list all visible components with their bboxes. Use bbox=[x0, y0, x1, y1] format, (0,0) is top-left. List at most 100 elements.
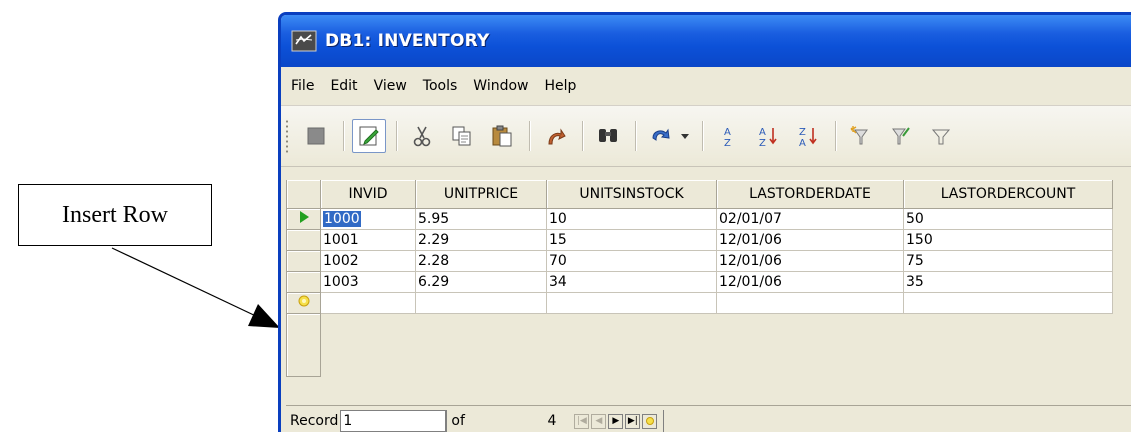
previous-record-button[interactable]: ◀ bbox=[591, 413, 607, 429]
table-cell[interactable]: 15 bbox=[546, 229, 717, 251]
table-cell[interactable]: 34 bbox=[546, 271, 717, 293]
new-row-header[interactable] bbox=[286, 292, 321, 314]
column-header[interactable]: LASTORDERCOUNT bbox=[903, 180, 1113, 209]
svg-text:A: A bbox=[759, 127, 766, 138]
table-cell[interactable]: 150 bbox=[903, 229, 1113, 251]
table-cell[interactable]: 50 bbox=[903, 208, 1113, 230]
menu-file[interactable]: File bbox=[289, 76, 316, 96]
table-cell[interactable]: 2.28 bbox=[415, 250, 547, 272]
redo-button[interactable] bbox=[644, 119, 678, 153]
table-cell[interactable]: 70 bbox=[546, 250, 717, 272]
next-record-button[interactable]: ▶ bbox=[608, 413, 624, 429]
sort-ascending-icon: A Z bbox=[759, 127, 777, 148]
table-cell[interactable]: 12/01/06 bbox=[716, 250, 904, 272]
menu-window[interactable]: Window bbox=[471, 76, 530, 96]
table-cell[interactable] bbox=[320, 292, 416, 314]
sort-descending-button[interactable]: Z A bbox=[791, 119, 825, 153]
save-record-icon bbox=[307, 127, 325, 145]
corner-cell[interactable] bbox=[286, 180, 321, 209]
toolbar-separator bbox=[529, 121, 530, 151]
table-cell[interactable]: 12/01/06 bbox=[716, 271, 904, 293]
cut-icon bbox=[413, 126, 431, 147]
table-cell[interactable] bbox=[716, 292, 904, 314]
menu-help[interactable]: Help bbox=[543, 76, 579, 96]
row-header[interactable] bbox=[286, 271, 321, 293]
table-row[interactable]: 1000 5.95 10 02/01/07 50 bbox=[286, 208, 1113, 230]
sort-descending-icon: Z A bbox=[799, 127, 817, 148]
toolbar-grip[interactable] bbox=[285, 119, 289, 153]
first-record-button[interactable]: |◀ bbox=[574, 413, 590, 429]
empty-area bbox=[286, 313, 1113, 377]
table-cell[interactable]: 1001 bbox=[320, 229, 416, 251]
copy-button[interactable] bbox=[445, 119, 479, 153]
table-cell[interactable]: 02/01/07 bbox=[716, 208, 904, 230]
record-label: Record bbox=[290, 413, 339, 429]
table-cell[interactable]: 1000 bbox=[320, 208, 416, 230]
data-table: INVID UNITPRICE UNITSINSTOCK LASTORDERDA… bbox=[286, 180, 1113, 377]
copy-icon bbox=[452, 126, 471, 146]
header-row: INVID UNITPRICE UNITSINSTOCK LASTORDERDA… bbox=[286, 180, 1113, 209]
find-button[interactable] bbox=[591, 119, 625, 153]
table-cell[interactable]: 6.29 bbox=[415, 271, 547, 293]
table-row[interactable]: 1003 6.29 34 12/01/06 35 bbox=[286, 271, 1113, 293]
cut-button[interactable] bbox=[405, 119, 439, 153]
svg-text:A: A bbox=[724, 127, 731, 138]
table-cell[interactable]: 12/01/06 bbox=[716, 229, 904, 251]
record-number-field[interactable]: 1 bbox=[340, 410, 447, 432]
last-record-icon: ▶| bbox=[627, 416, 638, 426]
data-grid: INVID UNITPRICE UNITSINSTOCK LASTORDERDA… bbox=[286, 180, 1131, 405]
table-cell[interactable]: 10 bbox=[546, 208, 717, 230]
last-record-button[interactable]: ▶| bbox=[625, 413, 641, 429]
menu-edit[interactable]: Edit bbox=[328, 76, 359, 96]
sort-ascending-button[interactable]: A Z bbox=[751, 119, 785, 153]
standard-filter-button[interactable] bbox=[884, 119, 918, 153]
table-row[interactable]: 1001 2.29 15 12/01/06 150 bbox=[286, 229, 1113, 251]
svg-text:A: A bbox=[799, 138, 806, 148]
svg-text:Z: Z bbox=[759, 138, 766, 148]
table-cell[interactable] bbox=[903, 292, 1113, 314]
edit-data-button[interactable] bbox=[352, 119, 386, 153]
filter-button[interactable] bbox=[924, 119, 958, 153]
menu-tools[interactable]: Tools bbox=[421, 76, 460, 96]
of-label: of bbox=[451, 413, 465, 429]
autofilter-button[interactable] bbox=[844, 119, 878, 153]
column-header[interactable]: INVID bbox=[320, 180, 416, 209]
row-header[interactable] bbox=[286, 250, 321, 272]
toolbar-separator bbox=[635, 121, 636, 151]
record-total: 4 bbox=[547, 413, 557, 429]
edit-data-icon bbox=[359, 126, 379, 146]
toolbar-separator bbox=[702, 121, 703, 151]
table-cell[interactable]: 1003 bbox=[320, 271, 416, 293]
svg-text:Z: Z bbox=[724, 138, 731, 148]
row-header[interactable] bbox=[286, 208, 321, 230]
redo-dropdown-button[interactable] bbox=[678, 119, 692, 153]
table-cell[interactable]: 5.95 bbox=[415, 208, 547, 230]
selected-cell-text[interactable]: 1000 bbox=[323, 211, 361, 227]
column-header[interactable]: LASTORDERDATE bbox=[716, 180, 904, 209]
table-cell[interactable] bbox=[415, 292, 547, 314]
row-header[interactable] bbox=[286, 229, 321, 251]
table-cell[interactable]: 75 bbox=[903, 250, 1113, 272]
standard-filter-icon bbox=[892, 127, 910, 145]
table-cell[interactable] bbox=[546, 292, 717, 314]
table-cell[interactable]: 1002 bbox=[320, 250, 416, 272]
column-header[interactable]: UNITPRICE bbox=[415, 180, 547, 209]
sort-button[interactable]: A Z bbox=[711, 119, 745, 153]
table-cell[interactable]: 2.29 bbox=[415, 229, 547, 251]
horizontal-scrollbar[interactable] bbox=[663, 410, 1131, 432]
table-row[interactable]: 1002 2.28 70 12/01/06 75 bbox=[286, 250, 1113, 272]
row-header-filler bbox=[286, 313, 321, 377]
menu-view[interactable]: View bbox=[372, 76, 409, 96]
new-record-row[interactable] bbox=[286, 292, 1113, 314]
table-cell[interactable]: 35 bbox=[903, 271, 1113, 293]
undo-button[interactable] bbox=[538, 119, 572, 153]
filter-icon bbox=[931, 129, 951, 145]
redo-icon bbox=[652, 128, 670, 141]
column-header[interactable]: UNITSINSTOCK bbox=[546, 180, 717, 209]
save-record-button[interactable] bbox=[299, 119, 333, 153]
new-record-button[interactable] bbox=[642, 413, 658, 429]
paste-button[interactable] bbox=[485, 119, 519, 153]
window-title: DB1: INVENTORY bbox=[325, 31, 490, 51]
callout-label: Insert Row bbox=[62, 201, 168, 228]
title-bar[interactable]: DB1: INVENTORY bbox=[281, 15, 1131, 67]
